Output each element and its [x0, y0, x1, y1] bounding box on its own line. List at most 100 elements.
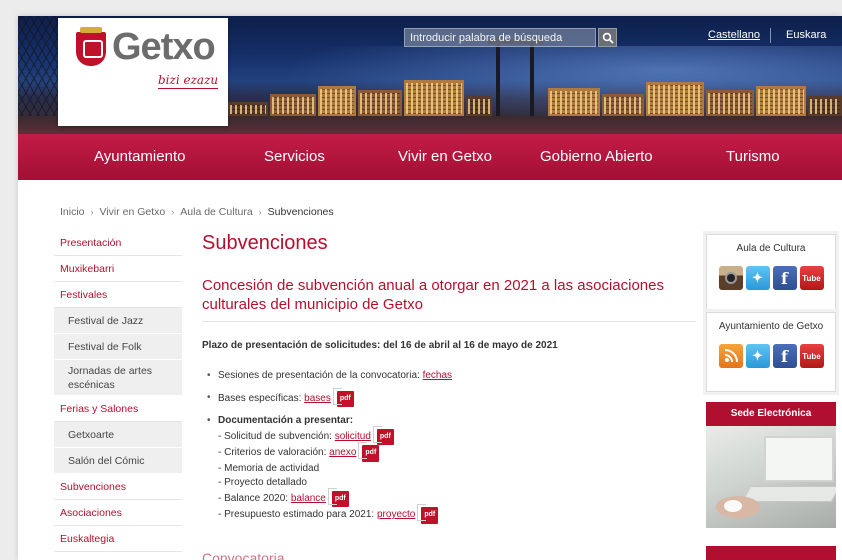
doc-item: - Balance 2020: balance pdf: [218, 487, 702, 507]
building: [358, 90, 402, 116]
sidebar-item-muxikebarri[interactable]: Muxikebarri: [54, 256, 182, 282]
search-button[interactable]: [598, 28, 617, 47]
deadline-text: Plazo de presentación de solicitudes: de…: [202, 340, 558, 351]
building: [646, 82, 704, 116]
section-heading: Concesión de subvención anual a otorgar …: [202, 277, 664, 313]
chevron-right-icon: ›: [90, 207, 94, 217]
main-nav: Ayuntamiento Servicios Vivir en Getxo Go…: [18, 134, 842, 180]
lang-castellano[interactable]: Castellano: [708, 29, 760, 41]
bases-link[interactable]: bases: [304, 393, 331, 404]
sidebar-item-festivales[interactable]: Festivales: [54, 282, 182, 308]
breadcrumb-inicio[interactable]: Inicio: [60, 206, 85, 218]
mouse-image: [724, 500, 742, 512]
bridge-tower-right: [530, 36, 534, 116]
youtube-icon[interactable]: Tube: [799, 266, 824, 290]
nav-gobierno-abierto[interactable]: Gobierno Abierto: [540, 134, 653, 180]
ayuntamiento-box: Ayuntamiento de Getxo ✦ f Tube: [706, 312, 836, 392]
nav-ayuntamiento[interactable]: Ayuntamiento: [94, 134, 185, 180]
sidebar-item-euskaltegia[interactable]: Euskaltegia: [54, 526, 182, 552]
pdf-icon: pdf: [327, 487, 349, 507]
doc-item: - Criterios de valoración: anexo pdf: [218, 442, 702, 462]
page-title: Subvenciones: [202, 232, 328, 254]
building: [318, 86, 356, 116]
proyecto-link[interactable]: proyecto: [377, 509, 415, 520]
doc-item: - Memoria de actividad: [218, 462, 320, 474]
sidebar-subitem-festival-de-folk[interactable]: Festival de Folk: [54, 334, 182, 360]
lang-euskara[interactable]: Euskara: [786, 29, 826, 41]
doc-item: - Presupuesto estimado para 2021: proyec…: [218, 504, 702, 524]
bridge-tower-left: [496, 36, 500, 116]
pdf-icon: pdf: [417, 504, 439, 524]
rss-icon[interactable]: [718, 344, 743, 368]
anexo-link[interactable]: anexo: [329, 447, 356, 458]
info-list: Sesiones de presentación de la convocato…: [202, 369, 702, 524]
youtube-icon[interactable]: Tube: [799, 344, 824, 368]
pdf-icon: pdf: [358, 442, 380, 462]
twitter-icon[interactable]: ✦: [745, 344, 770, 368]
doc-item-text: - Presupuesto estimado para 2021:: [218, 509, 375, 520]
list-item-text: Sesiones de presentación de la convocato…: [218, 370, 420, 381]
nav-servicios[interactable]: Servicios: [264, 134, 325, 180]
sede-electronica-banner[interactable]: Sede Electrónica: [706, 402, 836, 528]
fechas-link[interactable]: fechas: [423, 370, 452, 381]
main-content: Subvenciones Concesión de subvención anu…: [202, 230, 702, 524]
sidebar-item-presentacion[interactable]: Presentación: [54, 230, 182, 256]
computer-photo: [706, 426, 836, 528]
divider: [202, 321, 696, 322]
building: [228, 102, 268, 116]
building: [466, 96, 492, 116]
doc-item-text: - Solicitud de subvención:: [218, 430, 332, 442]
list-item: Sesiones de presentación de la convocato…: [207, 369, 702, 384]
sidebar: Presentación Muxikebarri Festivales Fest…: [54, 230, 182, 552]
building: [602, 94, 644, 116]
chevron-right-icon: ›: [258, 207, 262, 217]
search-icon: [602, 32, 614, 44]
doc-item: - Solicitud de subvención: solicitud pdf: [218, 425, 702, 445]
doc-item-text: - Criterios de valoración:: [218, 447, 327, 458]
sidebar-subitem-jornadas[interactable]: Jornadas de artes escénicas: [54, 360, 182, 396]
nav-turismo[interactable]: Turismo: [726, 134, 780, 180]
sidebar-item-ferias-y-salones[interactable]: Ferias y Salones: [54, 396, 182, 422]
aula-de-cultura-box: Aula de Cultura ✦ f Tube: [706, 234, 836, 310]
sidebar-subitem-getxoarte[interactable]: Getxoarte: [54, 422, 182, 448]
nav-vivir-en-getxo[interactable]: Vivir en Getxo: [398, 134, 492, 180]
logo-tagline: bizi ezazu: [158, 73, 219, 89]
chevron-right-icon: ›: [171, 207, 175, 217]
browser-page: Getxo bizi ezazu Introducir palabra de b…: [18, 16, 842, 560]
doc-item-text: - Balance 2020:: [218, 492, 289, 504]
building: [706, 90, 754, 116]
logo-text: Getxo: [112, 26, 216, 68]
breadcrumb: Inicio › Vivir en Getxo › Aula de Cultura › Su…: [60, 206, 334, 218]
list-item-text: Bases específicas:: [218, 392, 302, 404]
search-input[interactable]: Introducir palabra de búsqueda: [404, 28, 596, 47]
next-section-heading: Convocatoria: [202, 550, 285, 560]
sede-title: Sede Electrónica: [730, 408, 812, 419]
breadcrumb-aula-de-cultura[interactable]: Aula de Cultura: [180, 206, 252, 218]
balance-link[interactable]: balance: [291, 493, 326, 504]
facebook-icon[interactable]: f: [772, 266, 797, 290]
pdf-icon: pdf: [372, 425, 394, 445]
sidebar-item-asociaciones[interactable]: Asociaciones: [54, 500, 182, 526]
sidebar-subitem-salon-del-comic[interactable]: Salón del Cómic: [54, 448, 182, 474]
facebook-icon[interactable]: f: [772, 344, 797, 368]
building: [548, 88, 600, 116]
box-title: Aula de Cultura: [736, 243, 806, 254]
solicitud-link[interactable]: solicitud: [335, 431, 371, 442]
building: [808, 96, 842, 116]
coat-of-arms-icon: [76, 27, 106, 66]
sidebar-subitem-festival-de-jazz[interactable]: Festival de Jazz: [54, 308, 182, 334]
breadcrumb-vivir-en-getxo[interactable]: Vivir en Getxo: [100, 206, 166, 218]
box-title: Ayuntamiento de Getxo: [718, 321, 824, 332]
social-icons: ✦ f Tube: [707, 266, 835, 290]
twitter-icon[interactable]: ✦: [745, 266, 770, 290]
lang-divider: [770, 28, 771, 43]
sidebar-item-subvenciones[interactable]: Subvenciones: [54, 474, 182, 500]
list-item: Documentación a presentar: - Solicitud d…: [207, 414, 702, 524]
building: [404, 80, 464, 116]
instagram-icon[interactable]: [718, 266, 743, 290]
rss-glyph: [724, 349, 738, 363]
social-icons: ✦ f Tube: [707, 344, 835, 368]
site-logo[interactable]: Getxo bizi ezazu: [58, 18, 228, 126]
monitor-image: [764, 436, 834, 482]
doc-item: - Proyecto detallado: [218, 477, 307, 488]
